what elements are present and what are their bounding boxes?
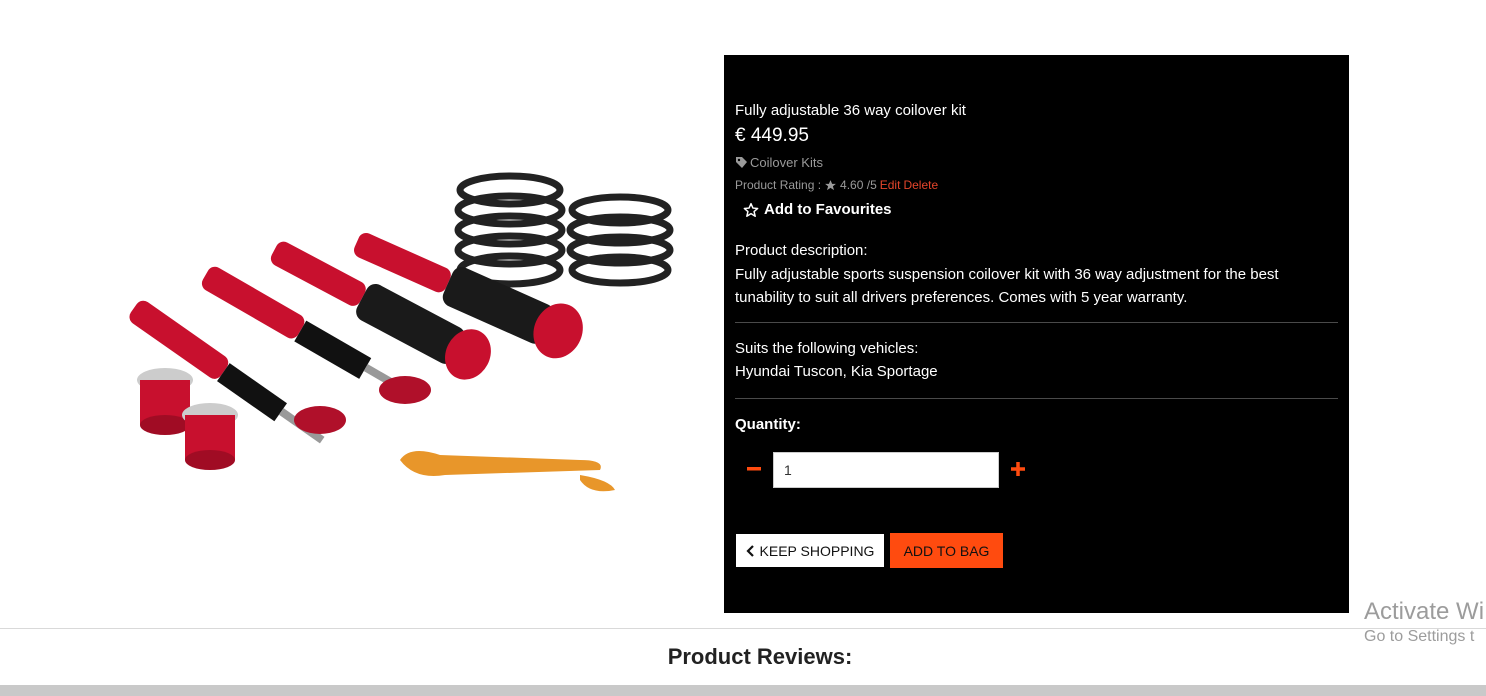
watermark-subtitle: Go to Settings t bbox=[1364, 628, 1475, 645]
increment-quantity-button[interactable] bbox=[1004, 455, 1032, 483]
divider bbox=[735, 398, 1338, 399]
reviews-heading: Product Reviews: bbox=[667, 644, 853, 669]
category-link[interactable]: Coilover Kits bbox=[750, 155, 823, 170]
add-to-favourites-button[interactable]: Add to Favourites bbox=[743, 201, 892, 218]
decrement-quantity-button[interactable] bbox=[740, 455, 768, 483]
product-image bbox=[110, 160, 690, 500]
reviews-section-bar bbox=[0, 685, 1486, 696]
rating-label: Product Rating : bbox=[735, 178, 822, 192]
windows-activation-watermark: Activate Wi Go to Settings t bbox=[1364, 598, 1484, 646]
product-category[interactable]: Coilover Kits bbox=[735, 155, 823, 170]
edit-link[interactable]: Edit bbox=[880, 178, 901, 192]
rating-value: 4.60 /5 bbox=[840, 178, 877, 192]
minus-icon bbox=[747, 467, 761, 471]
description-heading: Product description: bbox=[735, 242, 868, 259]
coilover-kit-image bbox=[129, 172, 674, 492]
quantity-label: Quantity: bbox=[735, 416, 801, 433]
keep-shopping-label: KEEP SHOPPING bbox=[759, 542, 875, 559]
delete-link[interactable]: Delete bbox=[903, 178, 938, 192]
add-to-bag-button[interactable]: ADD TO BAG bbox=[890, 533, 1003, 568]
star-filled-icon bbox=[825, 179, 836, 190]
quantity-input[interactable] bbox=[773, 452, 999, 488]
product-name: Fully adjustable 36 way coilover kit bbox=[735, 102, 966, 119]
product-price: € 449.95 bbox=[735, 125, 809, 146]
tag-icon bbox=[736, 157, 747, 168]
vehicles-heading: Suits the following vehicles: bbox=[735, 340, 919, 357]
product-details-panel: Fully adjustable 36 way coilover kit € 4… bbox=[724, 55, 1349, 613]
favourites-label: Add to Favourites bbox=[764, 201, 892, 218]
divider bbox=[735, 322, 1338, 323]
product-rating: Product Rating : 4.60 /5 Edit Delete bbox=[735, 178, 938, 192]
star-outline-icon bbox=[743, 202, 759, 217]
section-divider bbox=[0, 628, 1486, 629]
product-description: Fully adjustable sports suspension coilo… bbox=[735, 266, 1279, 306]
vehicles-list: Hyundai Tuscon, Kia Sportage bbox=[735, 363, 938, 380]
chevron-left-icon bbox=[745, 544, 754, 557]
watermark-title: Activate Wi bbox=[1364, 598, 1485, 625]
keep-shopping-button[interactable]: KEEP SHOPPING bbox=[736, 534, 884, 567]
plus-icon bbox=[1011, 462, 1025, 476]
